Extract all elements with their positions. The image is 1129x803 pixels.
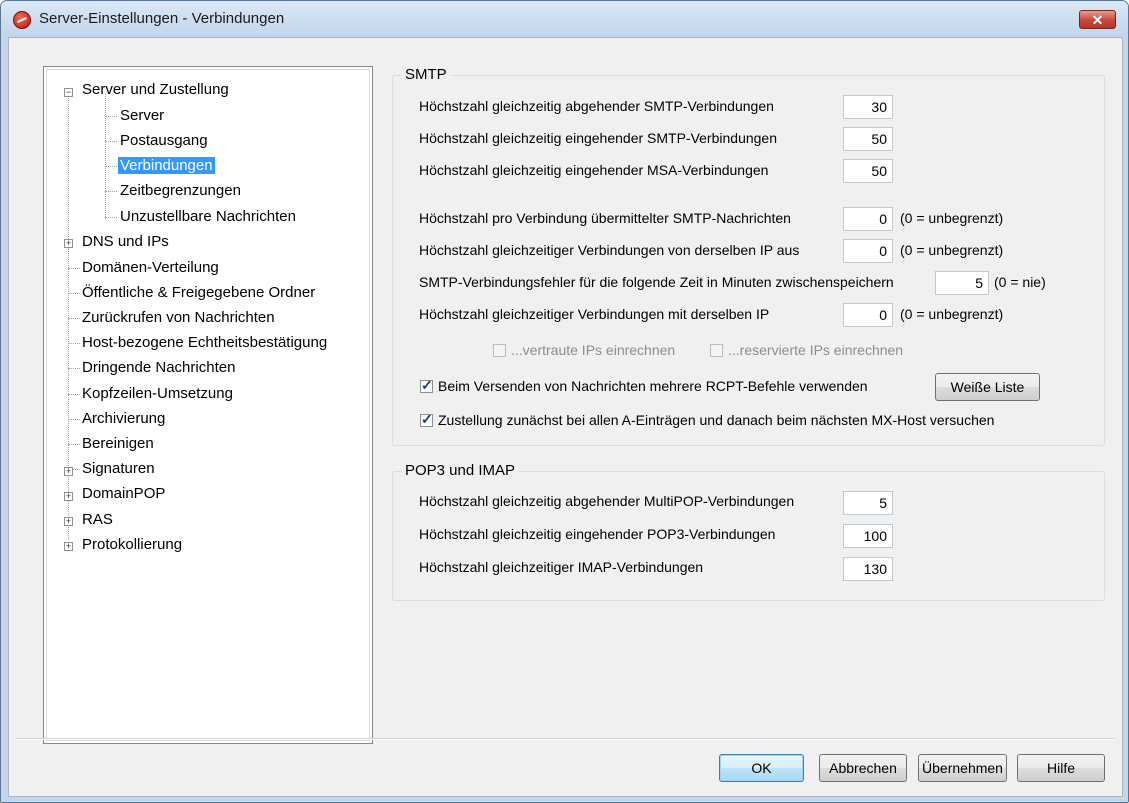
same-ip-with-hint: (0 = unbegrenzt) (900, 306, 1004, 322)
tree-item-kopfzeilen-umsetzung[interactable]: Kopfzeilen-Umsetzung (82, 383, 233, 405)
button-separator (16, 738, 1114, 740)
collapse-icon[interactable]: − (64, 88, 73, 97)
reserved-ips-label: ...reservierte IPs einrechnen (728, 342, 904, 358)
settings-tree[interactable]: − Server und Zustellung Server Postausga… (43, 66, 373, 744)
tree-item-domaenen-verteilung[interactable]: Domänen-Verteilung (82, 257, 219, 279)
tree-item-verbindungen[interactable]: Verbindungen (118, 155, 215, 177)
dialog-body: − Server und Zustellung Server Postausga… (8, 37, 1123, 797)
expand-icon[interactable]: + (64, 239, 73, 248)
tree-item-archivierung[interactable]: Archivierung (82, 408, 165, 430)
tree-item-unzustellbare-nachrichten[interactable]: Unzustellbare Nachrichten (120, 206, 296, 228)
smtp-group-label: SMTP (402, 66, 450, 83)
app-logo-icon (13, 11, 31, 29)
same-ip-from-input[interactable]: 0 (843, 239, 893, 263)
max-pop3-label: Höchstzahl gleichzeitig eingehender POP3… (419, 526, 776, 542)
cancel-button[interactable]: Abbrechen (819, 754, 907, 782)
reserved-ips-checkbox[interactable] (710, 344, 723, 357)
window-title: Server-Einstellungen - Verbindungen (39, 10, 285, 27)
max-incoming-smtp-input[interactable]: 50 (843, 127, 893, 151)
tree-item-zurueckrufen[interactable]: Zurückrufen von Nachrichten (82, 307, 275, 329)
same-ip-from-hint: (0 = unbegrenzt) (900, 242, 1004, 258)
tree-item-dns-und-ips[interactable]: DNS und IPs (82, 231, 169, 253)
close-button[interactable]: ✕ (1079, 10, 1116, 29)
same-ip-from-label: Höchstzahl gleichzeitiger Verbindungen v… (419, 242, 800, 258)
tree-item-ras[interactable]: RAS (82, 509, 113, 531)
max-multipop-input[interactable]: 5 (843, 491, 893, 515)
same-ip-with-input[interactable]: 0 (843, 303, 893, 327)
max-pop3-input[interactable]: 100 (843, 524, 893, 548)
per-connection-messages-hint: (0 = unbegrenzt) (900, 210, 1004, 226)
a-records-first-label: Zustellung zunächst bei allen A-Einträge… (438, 412, 995, 428)
trusted-ips-checkbox[interactable] (493, 344, 506, 357)
max-imap-input[interactable]: 130 (843, 557, 893, 581)
per-connection-messages-input[interactable]: 0 (843, 207, 893, 231)
tree-item-dringende-nachrichten[interactable]: Dringende Nachrichten (82, 357, 235, 379)
max-incoming-msa-label: Höchstzahl gleichzeitig eingehender MSA-… (419, 162, 769, 178)
tree-item-domainpop[interactable]: DomainPOP (82, 483, 165, 505)
expand-icon[interactable]: + (64, 467, 73, 476)
whitelist-button[interactable]: Weiße Liste (935, 373, 1040, 401)
tree-item-protokollierung[interactable]: Protokollierung (82, 534, 182, 556)
settings-dialog: Server-Einstellungen - Verbindungen ✕ − … (0, 0, 1129, 803)
tree-item-server[interactable]: Server (120, 105, 164, 127)
apply-button[interactable]: Übernehmen (918, 754, 1007, 782)
multi-rcpt-checkbox[interactable] (420, 377, 433, 394)
cache-failures-hint: (0 = nie) (994, 274, 1046, 290)
multi-rcpt-label: Beim Versenden von Nachrichten mehrere R… (438, 378, 868, 394)
help-button[interactable]: Hilfe (1017, 754, 1105, 782)
tree-item-postausgang[interactable]: Postausgang (120, 130, 208, 152)
tree-item-server-und-zustellung[interactable]: Server und Zustellung (82, 79, 229, 101)
per-connection-messages-label: Höchstzahl pro Verbindung übermittelter … (419, 210, 791, 226)
max-outgoing-smtp-input[interactable]: 30 (843, 95, 893, 119)
cache-failures-input[interactable]: 5 (935, 271, 989, 295)
ok-button[interactable]: OK (719, 754, 804, 782)
tree-item-host-echtheit[interactable]: Host-bezogene Echtheitsbestätigung (82, 332, 327, 354)
same-ip-with-label: Höchstzahl gleichzeitiger Verbindungen m… (419, 306, 770, 322)
expand-icon[interactable]: + (64, 517, 73, 526)
tree-item-zeitbegrenzungen[interactable]: Zeitbegrenzungen (120, 180, 241, 202)
cache-failures-label: SMTP-Verbindungsfehler für die folgende … (419, 274, 894, 290)
trusted-ips-label: ...vertraute IPs einrechnen (511, 342, 676, 358)
tree-item-oeffentliche-ordner[interactable]: Öffentliche & Freigegebene Ordner (82, 282, 315, 304)
expand-icon[interactable]: + (64, 542, 73, 551)
title-bar[interactable]: Server-Einstellungen - Verbindungen ✕ (1, 1, 1128, 37)
expand-icon[interactable]: + (64, 492, 73, 501)
max-multipop-label: Höchstzahl gleichzeitig abgehender Multi… (419, 493, 795, 509)
tree-item-signaturen[interactable]: Signaturen (82, 458, 155, 480)
pop-imap-group-label: POP3 und IMAP (402, 462, 519, 479)
max-outgoing-smtp-label: Höchstzahl gleichzeitig abgehender SMTP-… (419, 98, 774, 114)
max-incoming-msa-input[interactable]: 50 (843, 159, 893, 183)
max-incoming-smtp-label: Höchstzahl gleichzeitig eingehender SMTP… (419, 130, 777, 146)
a-records-first-checkbox[interactable] (420, 411, 433, 428)
max-imap-label: Höchstzahl gleichzeitiger IMAP-Verbindun… (419, 559, 704, 575)
tree-item-bereinigen[interactable]: Bereinigen (82, 433, 154, 455)
